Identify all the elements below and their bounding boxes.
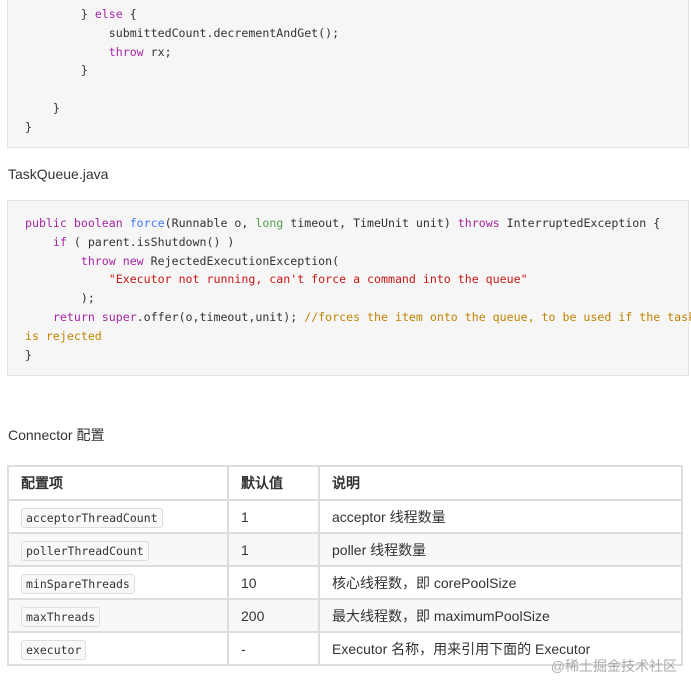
cell-description: 最大线程数，即 maximumPoolSize (318, 598, 683, 633)
code-token: } (25, 101, 60, 115)
cell-default-value: 200 (227, 598, 320, 633)
code-block-2: public boolean force(Runnable o, long ti… (7, 200, 691, 376)
code-token: } (25, 7, 95, 21)
code-line: if ( parent.isShutdown() ) (25, 233, 235, 252)
default-value: - (241, 640, 246, 657)
cell-config-name: pollerThreadCount (7, 532, 229, 567)
cell-description: 核心线程数，即 corePoolSize (318, 565, 683, 600)
code-token: } (25, 63, 88, 78)
code-token: ( parent.isShutdown() ) (66, 234, 235, 249)
code-token: timeout, TimeUnit unit) (283, 216, 458, 230)
cell-config-name: minSpareThreads (7, 565, 229, 600)
file-label: TaskQueue.java (8, 166, 109, 182)
code-token: //forces the item onto the queue, to be … (304, 310, 691, 324)
cell-default-value: - (227, 631, 320, 666)
description: 核心线程数，即 corePoolSize (332, 574, 517, 591)
table-row: maxThreads 200 最大线程数，即 maximumPoolSize (7, 598, 683, 633)
code-token: (Runnable o, (164, 216, 256, 230)
cell-default-value: 10 (227, 565, 320, 600)
code-token: if (52, 234, 67, 249)
code-token: submittedCount.decrementAndGet(); (25, 25, 340, 40)
cell-config-name: maxThreads (7, 598, 229, 633)
default-value: 1 (241, 508, 249, 525)
code-token: throw new (80, 253, 144, 268)
watermark: @稀土掘金技术社区 (550, 658, 677, 674)
cell-description: acceptor 线程数量 (318, 499, 683, 534)
header-description: 说明 (318, 465, 683, 501)
code-line: } (25, 346, 32, 365)
config-name: executor (21, 639, 87, 660)
code-line: throw rx; (25, 43, 172, 62)
code-token: } (25, 347, 32, 362)
code-token: throws (457, 216, 500, 230)
default-value: 10 (241, 574, 257, 591)
code-line: } (25, 61, 88, 80)
code-token: ); (25, 291, 95, 306)
code-token: force (129, 216, 165, 230)
header-default: 默认值 (227, 465, 320, 501)
cell-default-value: 1 (227, 532, 320, 567)
code-token: { (122, 7, 137, 21)
code-token: throw (108, 44, 144, 59)
config-name: maxThreads (21, 606, 101, 627)
code-line: } else { (25, 5, 137, 24)
table-row: acceptorThreadCount 1 acceptor 线程数量 (7, 499, 683, 534)
table-header-row: 配置项 默认值 说明 (7, 465, 683, 501)
description: acceptor 线程数量 (332, 508, 446, 525)
section-label: Connector 配置 (8, 427, 105, 443)
code-token: else (94, 7, 123, 21)
code-token: "Executor not running, can't force a com… (108, 272, 528, 287)
cell-default-value: 1 (227, 499, 320, 534)
code-token: is rejected (25, 328, 102, 343)
cell-description: poller 线程数量 (318, 532, 683, 567)
code-line: } (25, 118, 32, 137)
code-token: .offer(o,timeout,unit); (136, 310, 305, 324)
code-line: throw new RejectedExecutionException( (25, 252, 339, 271)
description: poller 线程数量 (332, 541, 427, 558)
default-value: 200 (241, 607, 265, 624)
code-line: is rejected (25, 327, 102, 346)
code-token: return super (52, 310, 137, 324)
description: 最大线程数，即 maximumPoolSize (332, 607, 550, 624)
code-token: rx; (143, 44, 172, 59)
code-token: InterruptedException { (499, 216, 661, 230)
code-line: "Executor not running, can't force a com… (25, 270, 528, 289)
code-line: public boolean force(Runnable o, long ti… (25, 214, 660, 233)
cell-config-name: executor (7, 631, 229, 666)
code-line: return super.offer(o,timeout,unit); //fo… (25, 308, 691, 327)
config-table: 配置项 默认值 说明 acceptorThreadCount 1 acceptor … (7, 465, 683, 666)
config-name: minSpareThreads (21, 573, 135, 594)
header-config-item: 配置项 (7, 465, 229, 501)
config-name: acceptorThreadCount (21, 507, 163, 528)
code-token: public boolean (25, 216, 130, 230)
default-value: 1 (241, 541, 249, 558)
code-token: RejectedExecutionException( (143, 253, 340, 268)
code-line: submittedCount.decrementAndGet(); (25, 24, 339, 43)
table-row: minSpareThreads 10 核心线程数，即 corePoolSize (7, 565, 683, 600)
description: Executor 名称，用来引用下面的 Executor (332, 640, 591, 657)
code-line: } (25, 99, 60, 118)
config-name: pollerThreadCount (21, 540, 149, 561)
code-token: } (25, 119, 32, 134)
code-line: ); (25, 289, 95, 308)
code-block-1: } else { submittedCount.decrementAndGet(… (7, 0, 689, 148)
cell-config-name: acceptorThreadCount (7, 499, 229, 534)
table-row: pollerThreadCount 1 poller 线程数量 (7, 532, 683, 567)
code-token: long (255, 216, 284, 230)
